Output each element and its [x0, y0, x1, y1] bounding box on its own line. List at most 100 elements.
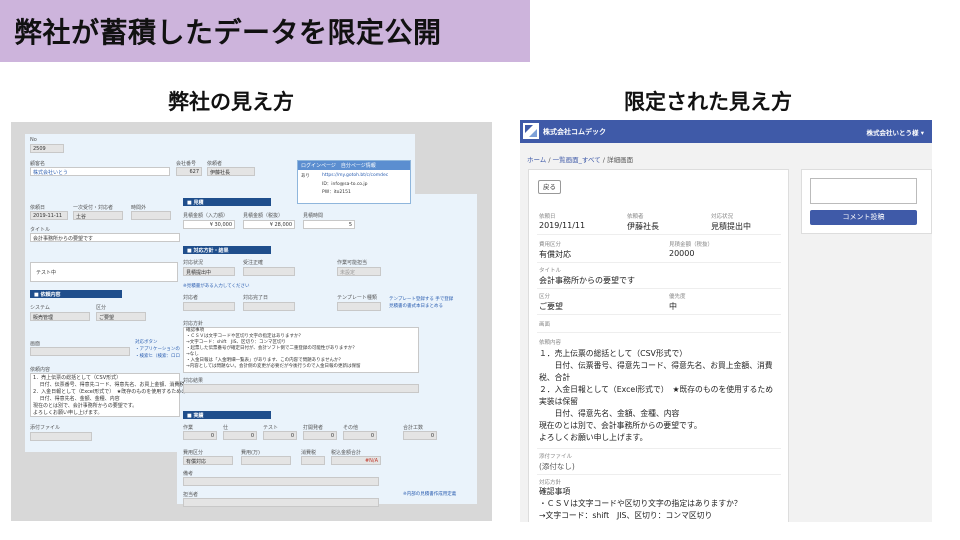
actual-value-field[interactable]: 0: [263, 431, 297, 440]
actual-value-field[interactable]: 0: [183, 431, 217, 440]
tax-field[interactable]: [301, 456, 325, 465]
result-field[interactable]: [183, 384, 419, 393]
no-field[interactable]: 2509: [30, 144, 64, 153]
hours-field[interactable]: [131, 211, 171, 220]
attach-field[interactable]: [30, 432, 92, 441]
actual-value-field[interactable]: 0: [343, 431, 377, 440]
screen-field[interactable]: [30, 347, 130, 356]
client-field[interactable]: 株式会社いとう: [30, 167, 170, 176]
back-button[interactable]: 戻る: [538, 180, 561, 194]
template-link-2[interactable]: 見積書の書式本日まとめる: [389, 303, 443, 309]
system-field[interactable]: 販売管理: [30, 312, 90, 321]
login-info-flag: あり: [301, 174, 310, 179]
login-id: ID：info@sa-to.co.jp: [322, 182, 368, 187]
attach-value: (添付なし): [539, 462, 575, 471]
first-resp-field[interactable]: 土谷: [73, 211, 123, 220]
est-amount2-field[interactable]: ¥ 28,000: [243, 220, 295, 229]
internal-view-heading: 弊社の見え方: [168, 90, 294, 114]
estimate-section-header: 見積: [183, 198, 271, 206]
actual-col-label: その他: [343, 425, 359, 431]
status-field[interactable]: 見積提出中: [183, 267, 235, 276]
bill-amount-field[interactable]: [241, 456, 291, 465]
status-label: 対応状況: [711, 214, 734, 220]
est-amount-label: 見積金額（入力額）: [183, 213, 229, 219]
est-amount2-label: 見積金額（税抜）: [243, 213, 284, 219]
screen-link-3[interactable]: ・検索ヒ（検索：ロロ: [135, 353, 180, 359]
actual-col-label: 打開発者: [303, 425, 324, 431]
divider: [537, 234, 781, 235]
requester-field[interactable]: 伊藤社長: [207, 167, 255, 176]
company-name: 株式会社コムデック: [543, 128, 606, 136]
bill-label: 費用区分: [539, 242, 562, 248]
partner-label: 作業可能担当: [337, 260, 368, 266]
content-line: 日付、得意先名、金額、金種、内容: [539, 409, 680, 418]
handler-field[interactable]: [183, 302, 235, 311]
template-link-1[interactable]: テンプレート登録する 手で登録: [389, 296, 453, 302]
divider: [537, 288, 781, 289]
request-line: 1．売上伝票の総括として（CSV形式）: [33, 375, 122, 381]
estimate-definition-link[interactable]: ※内部の見積書作成用定義: [403, 491, 456, 497]
actual-value-field[interactable]: 0: [403, 431, 437, 440]
title-label: タイトル: [539, 268, 562, 274]
internal-admin-screenshot: No 2509 顧客名 株式会社いとう 会社番号 627 依頼者 伊藤社長 ログ…: [11, 122, 492, 521]
category-field[interactable]: ご要望: [96, 312, 146, 321]
content-label: 依頼内容: [539, 340, 562, 346]
note-field[interactable]: [183, 477, 379, 486]
request-line: 2．入金日報として（Excel形式で） ★既存のものを使用するための: [33, 389, 187, 395]
actual-value-field[interactable]: 0: [223, 431, 257, 440]
title-field[interactable]: 会計事務所からの要望です: [30, 233, 180, 242]
login-info-panel: ログインページ 自分ページ情報 あり https://my.gotoh.bt/c…: [297, 160, 411, 204]
content-line: 税、合計: [539, 373, 571, 382]
estimate-doc-link[interactable]: ※見積書がある入力してください: [183, 283, 250, 289]
status-label: 対応状況: [183, 260, 204, 266]
date-field[interactable]: 2019-11-11: [30, 211, 68, 220]
hours-label: 時間外: [131, 205, 147, 211]
comment-submit-button[interactable]: コメント投稿: [810, 210, 917, 225]
breadcrumb-list[interactable]: 一覧画面_すべて: [553, 156, 601, 164]
est-hours-field[interactable]: 5: [303, 220, 355, 229]
template-field[interactable]: [337, 302, 381, 311]
est-hours-label: 見積時間: [303, 213, 324, 219]
requester-label: 依頼者: [627, 214, 644, 220]
comment-input[interactable]: [810, 178, 917, 204]
divider: [537, 448, 781, 449]
screen-link-1[interactable]: 対応ボタン: [135, 339, 158, 345]
date-value: 2019/11/11: [539, 221, 586, 230]
bill-value: 有償対応: [539, 250, 571, 259]
est-amount-field[interactable]: ¥ 30,000: [183, 220, 235, 229]
portal-view-heading: 限定された見え方: [624, 90, 792, 114]
slide: 弊社が蓄積したデータを限定公開 弊社の見え方 限定された見え方 No 2509 …: [0, 0, 960, 540]
due-field[interactable]: [243, 302, 295, 311]
content-line: 日付、伝票番号、得意先コード、得意先名、お買上金額、消費: [539, 361, 773, 370]
member-no-label: 会社番号: [176, 161, 197, 167]
partner-field[interactable]: 未設定: [337, 267, 381, 276]
screen-link-2[interactable]: ・アプリケーションの: [135, 346, 180, 352]
user-menu[interactable]: 株式会社いとう様 ▾: [866, 127, 924, 137]
policy-line: →文字コード：shift JIS、区切り：コンマ区切り: [539, 511, 713, 520]
requester-value: 伊藤社長: [627, 222, 659, 231]
total-field[interactable]: #N/A: [331, 456, 381, 465]
order-field[interactable]: [243, 267, 295, 276]
policy-label: 対応方針: [183, 321, 204, 327]
contents-section-header: 依頼内容: [30, 290, 122, 298]
detail-panel: 戻る 依頼日 2019/11/11 依頼者 伊藤社長 対応状況 見積提出中 費用…: [528, 169, 789, 522]
breadcrumb-home[interactable]: ホーム: [527, 156, 546, 164]
title-label: タイトル: [30, 227, 51, 233]
client-label: 顧客名: [30, 161, 46, 167]
policy-line: ・起票した伝票番号が確定日付が、会計ソフト側で二重登録の可能性がありますか？: [186, 346, 357, 351]
actual-value-field[interactable]: 0: [303, 431, 337, 440]
actual-col-label: 仕: [223, 425, 229, 431]
payee-field[interactable]: [183, 498, 379, 507]
member-no-field[interactable]: 627: [176, 167, 202, 176]
actual-col-label: 合計工数: [403, 425, 424, 431]
category-label: 区分: [96, 305, 107, 311]
actual-section-header: 実績: [183, 411, 271, 419]
bill-category-field[interactable]: 有償対応: [183, 456, 233, 465]
portal-topbar: 株式会社コムデック 株式会社いとう様 ▾: [520, 120, 932, 143]
policy-label: 対応方針: [539, 480, 562, 486]
priority-value: 中: [669, 302, 677, 311]
bill-category-label: 費用区分: [183, 450, 204, 456]
requester-label: 依頼者: [207, 161, 223, 167]
login-url-link[interactable]: https://my.gotoh.bt/c/comdec: [322, 173, 388, 178]
request-line: 日付、得意先名、金額、金種、内容: [33, 396, 120, 402]
